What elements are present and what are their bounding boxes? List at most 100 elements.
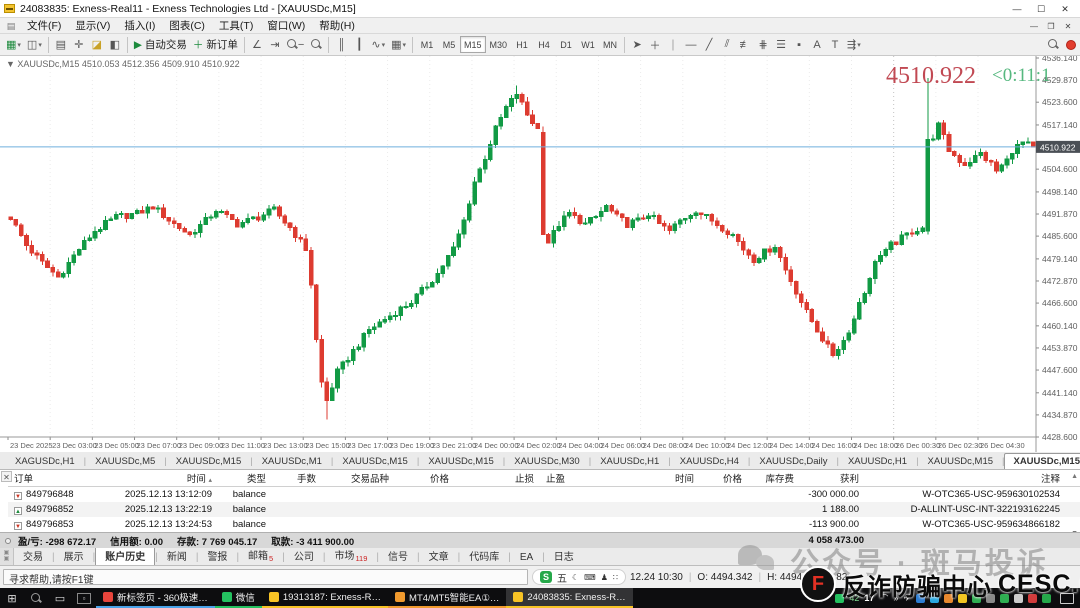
tray-hidden-icon-9[interactable] [1042,594,1051,603]
symbols-icon[interactable]: ▤ [52,36,70,54]
tray-headset-icon[interactable]: ⌒ [879,592,888,605]
taskbar-search-icon[interactable] [24,588,48,608]
line-chart-icon[interactable]: ∿▾ [368,36,388,54]
menu-item-2[interactable]: 插入(I) [117,17,162,34]
taskbar-app-1[interactable]: 微信 [215,588,262,608]
menu-item-6[interactable]: 帮助(H) [312,17,362,34]
terminal-tab-2[interactable]: 账户历史 [95,545,155,565]
order-row-1[interactable]: ▲8497968522025.12.13 13:22:19balance1 18… [8,502,1080,517]
table-scroll-up-icon[interactable]: ▲ [1071,473,1078,480]
andrews-icon[interactable]: ⋕ [754,36,772,54]
timeframe-MN[interactable]: MN [599,36,621,53]
terminal-tab-3[interactable]: 新闻 [158,546,196,565]
terminal-close-icon[interactable]: ✕ [1,471,12,482]
price-chart[interactable]: 23 Dec 202523 Dec 03:0023 Dec 05:0023 De… [0,56,1080,452]
ime-mode-label[interactable]: 五 [557,570,567,585]
grid-icon[interactable]: ▦▾ [388,36,409,54]
chart-window[interactable]: 23 Dec 202523 Dec 03:0023 Dec 05:0023 De… [0,56,1080,452]
taskbar-app-3[interactable]: MT4/MT5智能EA①… [388,588,506,608]
chart-document-icon[interactable]: ▤ [5,20,17,32]
tray-hidden-icon-7[interactable] [1014,594,1023,603]
chart-tab-8[interactable]: XAUUSDc,H4 [671,453,748,469]
cycle-lines-icon[interactable]: ☰ [772,36,790,54]
templates-folder-icon[interactable]: ◪ [88,36,106,54]
chart-tab-12[interactable]: XAUUSDc,M15 [1004,453,1080,469]
profiles-icon[interactable]: ◫▾ [24,36,45,54]
trendline-icon[interactable]: ╱ [700,36,718,54]
menu-item-3[interactable]: 图表(C) [162,17,212,34]
new-order-button[interactable]: ＋新订单 [190,36,241,54]
maximize-button[interactable]: ☐ [1030,2,1052,16]
terminal-tab-8[interactable]: 信号 [379,546,417,565]
autotrade-button[interactable]: ▶自动交易 [131,36,190,54]
terminal-tab-12[interactable]: 日志 [545,546,583,565]
tray-arrows-icon[interactable]: » [893,593,898,603]
chart-shift-icon[interactable]: ⇥ [266,36,284,54]
panel-side-strip[interactable]: ▣▣ [0,547,14,565]
market-watch-icon[interactable]: ◧ [106,36,124,54]
chart-tab-4[interactable]: XAUUSDc,M15 [333,453,416,469]
candle-chart-icon[interactable]: ┃ [350,36,368,54]
tray-hidden-icon-1[interactable] [930,594,939,603]
mdi-minimize-button[interactable]: — [1026,20,1042,32]
timeframe-M30[interactable]: M30 [486,36,512,53]
chart-tab-5[interactable]: XAUUSDc,M15 [419,453,502,469]
terminal-tab-10[interactable]: 代码库 [460,546,508,565]
chart-tab-0[interactable]: XAGUSDc,H1 [6,453,84,469]
zoom-out-icon[interactable]: − [284,36,307,54]
grid-icon[interactable]: ∷ [613,573,618,582]
new-chart-icon[interactable]: ▦▾ [3,36,24,54]
notification-badge-icon[interactable] [1062,36,1080,54]
chart-tab-11[interactable]: XAUUSDc,M15 [919,453,1002,469]
menu-item-5[interactable]: 窗口(W) [260,17,312,34]
tray-clip-icon[interactable]: ✈ [903,593,911,604]
tray-hidden-icon-4[interactable] [972,594,981,603]
chart-tab-6[interactable]: XAUUSDc,M30 [505,453,588,469]
taskbar-app-4[interactable]: 24083835: Exness-R… [506,588,632,608]
terminal-tab-5[interactable]: 邮箱5 [239,545,282,565]
chart-tab-2[interactable]: XAUUSDc,M15 [167,453,250,469]
terminal-tab-6[interactable]: 公司 [285,546,323,565]
tray-hidden-icon-0[interactable] [916,594,925,603]
indicators-icon[interactable]: ∠ [248,36,266,54]
mdi-restore-button[interactable]: ❐ [1043,20,1059,32]
pinned-app-icon[interactable]: ▫ [77,593,91,604]
timeframe-M15[interactable]: M15 [460,36,486,53]
chart-tab-7[interactable]: XAUUSDc,H1 [591,453,668,469]
crosshair-icon[interactable]: ＋ [646,36,664,54]
taskbar-app-0[interactable]: 新标签页 - 360极速… [96,588,215,608]
menu-item-1[interactable]: 显示(V) [68,17,117,34]
zoom-in-icon[interactable] [307,36,325,54]
terminal-tab-1[interactable]: 展示 [55,546,93,565]
terminal-tab-9[interactable]: 文章 [420,546,458,565]
start-button[interactable]: ⊞ [0,588,24,608]
tray-hidden-icon-6[interactable] [1000,594,1009,603]
timeframe-D1[interactable]: D1 [555,36,577,53]
timeframe-M1[interactable]: M1 [416,36,438,53]
ime-toolbar[interactable]: S 五 ☾ ⌨ ♟ ∷ [532,569,626,585]
mic-icon[interactable]: ♟ [601,573,608,582]
mdi-close-button[interactable]: ✕ [1060,20,1076,32]
tray-hidden-icon-2[interactable] [944,594,953,603]
arrow-label-icon[interactable]: A [808,36,826,54]
order-row-0[interactable]: ▼8497968482025.12.13 13:12:09balance-300… [8,487,1080,502]
timeframe-H1[interactable]: H1 [511,36,533,53]
task-view-icon[interactable]: ▭ [48,588,72,608]
chart-tab-10[interactable]: XAUUSDc,H1 [839,453,916,469]
terminal-tab-11[interactable]: EA [511,550,542,565]
hline-icon[interactable]: — [682,36,700,54]
chart-tab-9[interactable]: XAUUSDc,Daily [750,453,836,469]
chart-tab-1[interactable]: XAUUSDc,M5 [86,453,164,469]
moon-icon[interactable]: ☾ [572,573,579,582]
tray-hidden-icon-8[interactable] [1028,594,1037,603]
terminal-tab-4[interactable]: 警报 [198,546,236,565]
orders-table-header[interactable]: 订单时间 ▴类型手数交易品种价格止损止盈时间价格库存费获利注释 [8,470,1080,487]
pointer-icon[interactable]: ➤ [628,36,646,54]
menu-item-4[interactable]: 工具(T) [212,17,260,34]
keyboard-icon[interactable]: ⌨ [584,573,596,582]
vline-icon[interactable]: ｜ [664,36,682,54]
timeframe-H4[interactable]: H4 [533,36,555,53]
terminal-tab-0[interactable]: 交易 [14,546,52,565]
tray-hidden-icon-5[interactable] [986,594,995,603]
minimize-button[interactable]: — [1006,2,1028,16]
